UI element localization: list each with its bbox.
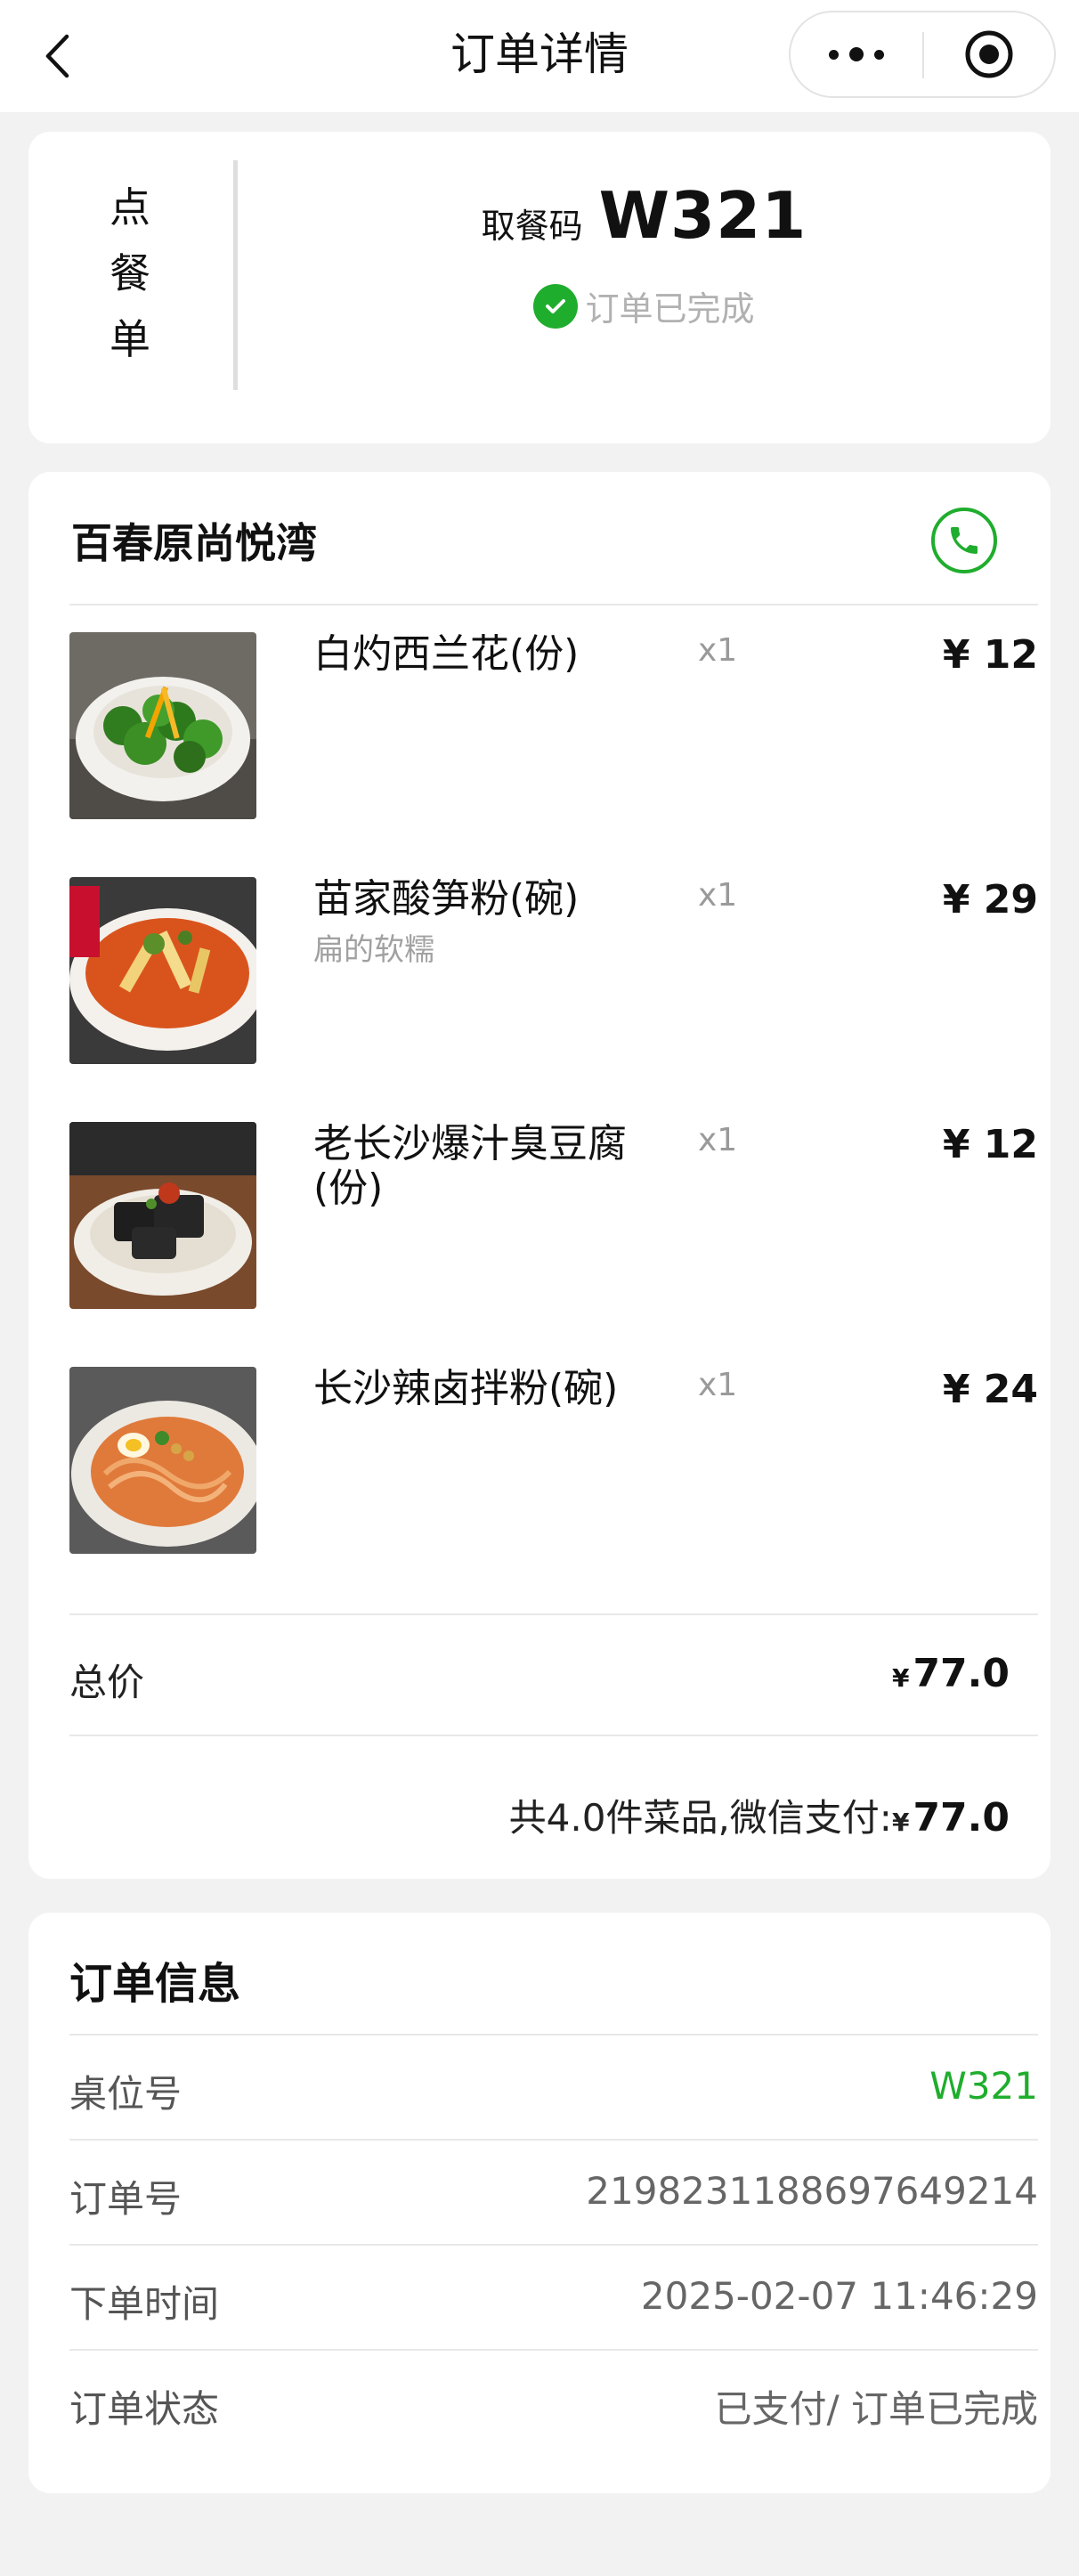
- pickup-code-row: 取餐码 W321: [238, 178, 1051, 253]
- item-name: 苗家酸笋粉(碗): [313, 876, 580, 922]
- info-row-order-status: 订单状态 已支付/ 订单已完成: [69, 2351, 1038, 2454]
- target-close-icon: [965, 30, 1013, 78]
- total-amount: 77.0: [913, 1651, 1010, 1696]
- item-price: ¥ 24: [942, 1367, 1038, 1412]
- payment-summary: 共4.0件菜品,微信支付: ¥ 77.0: [509, 1788, 1010, 1842]
- paid-amount: 77.0: [913, 1795, 1010, 1841]
- order-items-card: 百春原尚悦湾 白灼西兰花(份) x1 ¥ 12 苗家酸笋粉(碗) 扁的软糯 x1…: [28, 472, 1051, 1879]
- phone-icon: [951, 527, 978, 554]
- more-dots-icon-right: [874, 49, 884, 60]
- section-title: 订单信息: [69, 1959, 241, 2009]
- item-quantity: x1: [698, 1122, 738, 1158]
- item-thumbnail: [69, 1122, 256, 1309]
- total-value: ¥77.0: [892, 1651, 1010, 1696]
- more-button[interactable]: [791, 12, 922, 96]
- item-name: 长沙辣卤拌粉(碗): [313, 1366, 619, 1411]
- pickup-card: 点 餐 单 取餐码 W321 订单已完成: [28, 132, 1051, 443]
- item-price: ¥ 29: [942, 877, 1038, 922]
- order-type-tag: 点 餐 单: [103, 175, 157, 372]
- summary-text: 共4.0件菜品,微信支付:: [508, 1796, 892, 1840]
- pickup-code: W321: [598, 178, 807, 253]
- nav-bar: 订单详情: [0, 0, 1079, 112]
- item-quantity: x1: [698, 1367, 738, 1403]
- order-item: 长沙辣卤拌粉(碗) x1 ¥ 24: [69, 1367, 1038, 1556]
- mini-program-capsule: [789, 11, 1056, 98]
- item-name: 白灼西兰花(份): [313, 631, 580, 677]
- item-price: ¥ 12: [942, 1122, 1038, 1167]
- info-row-order-number: 订单号 2198231188697649214: [69, 2141, 1038, 2244]
- info-row-order-time: 下单时间 2025-02-07 11:46:29: [69, 2246, 1038, 2349]
- item-price: ¥ 12: [942, 632, 1038, 678]
- info-label: 下单时间: [69, 2282, 220, 2326]
- info-label: 订单状态: [69, 2387, 220, 2431]
- table-number: W321: [929, 2064, 1038, 2108]
- call-shop-button[interactable]: [931, 508, 997, 573]
- close-button[interactable]: [924, 12, 1054, 96]
- shop-name: 百春原尚悦湾: [71, 519, 317, 567]
- total-label: 总价: [69, 1661, 145, 1704]
- order-type-char: 点: [110, 183, 150, 232]
- order-status-row: 订单已完成: [238, 281, 1051, 330]
- item-thumbnail: [69, 1367, 256, 1554]
- more-dots-icon-center: [849, 47, 864, 61]
- item-thumbnail: [69, 877, 256, 1064]
- order-status: 已支付/ 订单已完成: [714, 2387, 1038, 2431]
- info-label: 订单号: [69, 2177, 183, 2221]
- more-dots-icon: [829, 49, 839, 60]
- check-circle-icon: [533, 283, 579, 329]
- item-thumbnail: [69, 632, 256, 819]
- divider: [69, 1735, 1038, 1736]
- order-time: 2025-02-07 11:46:29: [640, 2274, 1038, 2318]
- divider: [69, 604, 1038, 605]
- info-label: 桌位号: [69, 2072, 183, 2116]
- currency-symbol: ¥: [891, 1663, 910, 1693]
- order-info-card: 订单信息 桌位号 W321 订单号 2198231188697649214 下单…: [28, 1913, 1051, 2493]
- pickup-label: 取餐码: [481, 207, 583, 246]
- info-row-table: 桌位号 W321: [69, 2036, 1038, 2139]
- order-number: 2198231188697649214: [586, 2169, 1038, 2213]
- order-status-text: 订单已完成: [585, 289, 755, 329]
- order-item: 苗家酸笋粉(碗) 扁的软糯 x1 ¥ 29: [69, 877, 1038, 1066]
- item-note: 扁的软糯: [313, 932, 434, 968]
- item-quantity: x1: [698, 632, 738, 669]
- order-item: 老长沙爆汁臭豆腐(份) x1 ¥ 12: [69, 1122, 1038, 1311]
- order-item: 白灼西兰花(份) x1 ¥ 12: [69, 632, 1038, 821]
- divider: [69, 1613, 1038, 1615]
- order-type-char: 餐: [110, 249, 150, 297]
- item-name: 老长沙爆汁臭豆腐(份): [313, 1121, 627, 1211]
- currency-symbol: ¥: [891, 1808, 910, 1837]
- item-quantity: x1: [698, 877, 738, 914]
- order-type-char: 单: [110, 315, 150, 363]
